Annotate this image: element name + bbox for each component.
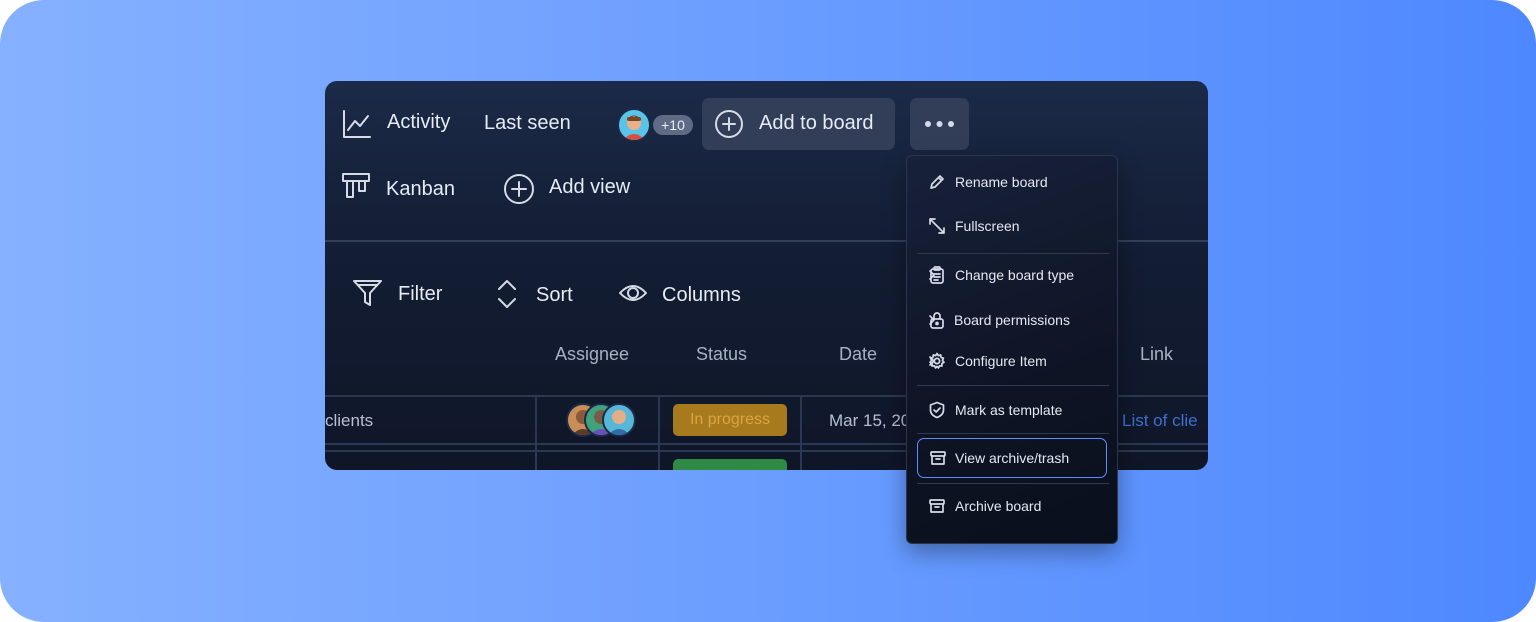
link-column-header[interactable]: Link (1140, 344, 1173, 365)
table-row-date[interactable]: Mar 15, 20 (829, 411, 910, 431)
pencil-icon (930, 175, 944, 189)
board-options-menu: Rename board Fullscreen Change board typ… (906, 155, 1118, 544)
menu-item-rename-board[interactable]: Rename board (907, 162, 1117, 202)
menu-item-label: Mark as template (955, 402, 1063, 418)
menu-separator (917, 385, 1109, 386)
menu-item-fullscreen[interactable]: Fullscreen (907, 206, 1117, 246)
column-divider (800, 395, 802, 470)
table-row-link[interactable]: List of clie (1122, 411, 1198, 431)
menu-item-archive-board[interactable]: Archive board (907, 486, 1117, 526)
status-badge[interactable] (673, 459, 787, 470)
more-dots-icon (925, 121, 954, 127)
shield-check-icon (929, 401, 945, 419)
menu-item-configure-item[interactable]: Configure Item (907, 341, 1117, 381)
status-column-header[interactable]: Status (696, 344, 747, 365)
menu-item-view-archive-trash[interactable]: View archive/trash (917, 438, 1107, 478)
menu-item-change-board-type[interactable]: Change board type (907, 255, 1117, 295)
menu-item-label: View archive/trash (955, 450, 1070, 466)
column-divider (535, 395, 537, 470)
chevron-right-icon (929, 315, 935, 325)
app-background: Activity Last seen +10 Add to board Kanb… (0, 0, 1536, 622)
menu-item-label: Fullscreen (955, 218, 1020, 234)
activity-chart-icon (343, 110, 371, 138)
chevron-right-icon (929, 356, 935, 366)
date-column-header[interactable]: Date (839, 344, 877, 365)
last-seen-label: Last seen (484, 112, 571, 134)
assignee-column-header[interactable]: Assignee (555, 344, 629, 365)
menu-item-label: Configure Item (955, 353, 1047, 369)
eye-icon (619, 285, 647, 301)
menu-separator (917, 433, 1109, 434)
menu-separator (917, 483, 1109, 484)
status-badge[interactable]: In progress (673, 404, 787, 436)
person-avatar-icon (608, 410, 630, 435)
columns-button[interactable]: Columns (662, 284, 741, 307)
kanban-tab[interactable]: Kanban (386, 178, 455, 201)
add-view-button[interactable]: Add view (549, 176, 630, 199)
activity-tab[interactable]: Activity (387, 111, 450, 134)
person-avatar-icon (623, 115, 645, 140)
menu-separator (917, 253, 1109, 254)
plus-circle-icon (715, 110, 743, 138)
expand-arrows-icon (929, 218, 945, 234)
viewer-avatar[interactable] (617, 108, 651, 142)
menu-item-label: Board permissions (954, 312, 1070, 328)
chevron-right-icon (929, 270, 935, 280)
add-to-board-label: Add to board (759, 112, 874, 134)
menu-item-label: Rename board (955, 174, 1048, 190)
archive-box-icon (929, 499, 945, 513)
kanban-icon (342, 173, 370, 198)
menu-item-label: Archive board (955, 498, 1042, 514)
menu-item-label: Change board type (955, 267, 1075, 283)
assignee-avatar[interactable] (602, 403, 636, 437)
add-view-plus-icon (504, 174, 534, 204)
table-row-name[interactable]: clients (325, 411, 373, 431)
column-divider (658, 395, 660, 470)
filter-funnel-icon (353, 280, 382, 306)
menu-item-mark-as-template[interactable]: Mark as template (907, 390, 1117, 430)
filter-button[interactable]: Filter (398, 283, 442, 306)
sort-chevrons-icon (498, 280, 516, 308)
more-options-button[interactable] (910, 98, 969, 150)
menu-item-board-permissions[interactable]: Board permissions (907, 300, 1117, 340)
sort-button[interactable]: Sort (536, 284, 573, 307)
archive-box-icon (930, 451, 946, 465)
viewer-count-badge[interactable]: +10 (653, 115, 693, 135)
add-to-board-button[interactable]: Add to board (702, 98, 895, 150)
